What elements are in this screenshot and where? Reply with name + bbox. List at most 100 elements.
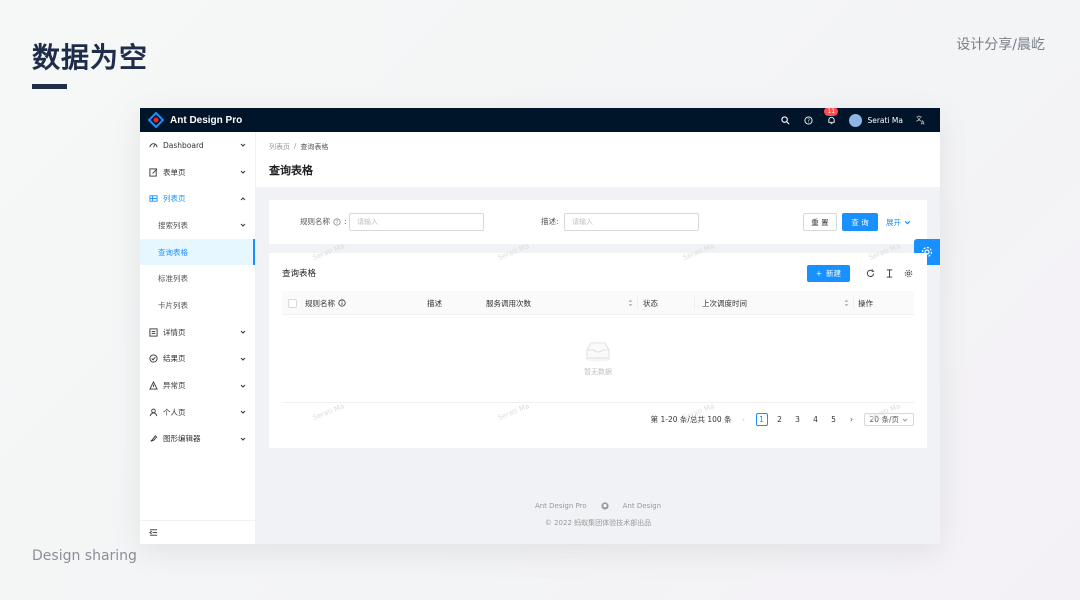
sidebar-item-label: 个人页 <box>163 407 186 417</box>
chevron-down-icon <box>240 410 246 414</box>
column-header: 描述 <box>427 298 442 308</box>
copyright-text: 2022 蚂蚁集团体验技术部出品 <box>554 519 652 527</box>
slide-footer: Design sharing <box>32 548 137 564</box>
sidebar-item-account[interactable]: 个人页 <box>140 399 255 426</box>
description-label: 描述: <box>541 217 559 226</box>
sidebar-item-label: 异常页 <box>163 381 186 391</box>
page-number[interactable]: 5 <box>828 413 840 426</box>
query-button[interactable]: 查 询 <box>842 213 878 231</box>
column-header-label: 规则名称 <box>305 298 335 308</box>
translation-icon[interactable]: 文A <box>916 115 926 125</box>
sidebar-item-exception[interactable]: 异常页 <box>140 372 255 399</box>
sidebar-item-editor[interactable]: 图形编辑器 <box>140 426 255 453</box>
page-number[interactable]: 4 <box>810 413 822 426</box>
sort-icon[interactable] <box>628 299 633 307</box>
github-icon[interactable] <box>601 502 609 510</box>
sidebar-item-label: 列表页 <box>163 194 186 204</box>
column-header[interactable]: 上次调度时间 <box>702 291 747 315</box>
sidebar-item-query-table[interactable]: 查询表格 <box>140 238 255 266</box>
table-icon <box>149 194 158 203</box>
sidebar-item-label: 卡片列表 <box>158 300 188 310</box>
breadcrumb: 列表页 / 查询表格 <box>269 142 927 152</box>
copyright: © 2022 蚂蚁集团体验技术部出品 <box>256 518 940 528</box>
setting-icon[interactable] <box>904 269 913 278</box>
profile-icon <box>149 328 158 337</box>
chevron-down-icon <box>240 170 246 174</box>
description-input[interactable]: 请输入 <box>564 213 699 231</box>
bell-icon[interactable]: 11 <box>824 108 839 125</box>
chevron-up-icon <box>240 197 246 201</box>
checkbox[interactable] <box>288 298 297 308</box>
warning-icon <box>149 381 158 390</box>
app-window: Ant Design Pro ? 11 Serati Ma 文A Dashboa… <box>140 108 940 544</box>
page-title: 查询表格 <box>269 164 313 177</box>
brand-logo[interactable]: Ant Design Pro <box>148 112 242 128</box>
ant-logo-icon <box>148 112 164 128</box>
reload-icon[interactable] <box>866 269 875 278</box>
sort-icon[interactable] <box>844 299 849 307</box>
menu-fold-icon <box>149 529 158 536</box>
rule-name-input[interactable]: 请输入 <box>349 213 484 231</box>
expand-toggle[interactable]: 展开 <box>886 217 911 228</box>
sidebar-item-label: Dashboard <box>163 140 204 150</box>
column-divider <box>637 297 638 309</box>
column-header: 规则名称 <box>305 291 346 315</box>
page-number[interactable]: 3 <box>792 413 804 426</box>
rule-name-label-text: 规则名称 <box>300 217 330 226</box>
sidebar-item-search-list[interactable]: 搜索列表 <box>140 212 255 239</box>
info-circle-icon <box>338 299 346 307</box>
description-label-text: 描述 <box>541 217 556 226</box>
sidebar-item-label: 结果页 <box>163 354 186 364</box>
reset-button[interactable]: 重 置 <box>803 213 837 231</box>
search-icon[interactable] <box>780 115 790 125</box>
chevron-down-icon <box>240 384 246 388</box>
column-header: 操作 <box>858 298 873 308</box>
prev-page-button[interactable]: ‹ <box>738 413 750 426</box>
collapse-menu-button[interactable] <box>140 520 255 544</box>
empty-inbox-icon <box>585 342 611 362</box>
sidebar-item-label: 查询表格 <box>158 247 188 257</box>
question-circle-icon: ? <box>333 217 341 225</box>
breadcrumb-item[interactable]: 列表页 <box>269 142 290 152</box>
column-height-icon[interactable] <box>885 269 894 278</box>
column-header[interactable]: 服务调用次数 <box>486 291 531 315</box>
table-title: 查询表格 <box>282 269 317 279</box>
brand-name: Ant Design Pro <box>170 114 243 126</box>
user-menu[interactable]: Serati Ma <box>849 113 903 127</box>
chevron-down-icon <box>240 437 246 441</box>
expand-label: 展开 <box>886 218 901 227</box>
chevron-down-icon <box>902 418 908 422</box>
sidebar-item-dashboard[interactable]: Dashboard <box>140 132 255 159</box>
sidebar-item-list[interactable]: 列表页 <box>140 185 255 212</box>
copyright-icon: © <box>544 519 552 527</box>
page-size-select[interactable]: 20 条/页 <box>863 413 914 426</box>
new-button[interactable]: + 新建 <box>806 265 850 282</box>
sidebar: Dashboard 表单页 列表页 搜索列表 查询表格 标准列表 卡片列表 详情… <box>140 132 256 544</box>
empty-text: 暂无数据 <box>584 368 612 376</box>
title-underline <box>32 84 67 89</box>
footer-link[interactable]: Ant Design <box>623 502 661 510</box>
chevron-down-icon <box>240 357 246 361</box>
notification-badge: 11 <box>824 108 839 116</box>
sidebar-item-label: 详情页 <box>163 327 186 337</box>
plus-icon: + <box>815 269 822 278</box>
avatar <box>849 113 863 127</box>
next-page-button[interactable]: › <box>846 413 858 426</box>
sidebar-item-label: 图形编辑器 <box>163 434 201 444</box>
search-form: 规则名称 ? : 请输入 描述: 请输入 重 置 查 询 展开 <box>269 200 927 244</box>
sidebar-item-standard-list[interactable]: 标准列表 <box>140 265 255 292</box>
sidebar-item-result[interactable]: 结果页 <box>140 346 255 373</box>
page-number[interactable]: 1 <box>755 413 768 426</box>
question-circle-icon[interactable]: ? <box>803 115 813 125</box>
page-number[interactable]: 2 <box>774 413 786 426</box>
sidebar-item-profile[interactable]: 详情页 <box>140 319 255 346</box>
table-card: 查询表格 + 新建 规则名称 描述 服务调用次数 状态 上次调度时间 操作 暂无… <box>269 253 927 448</box>
page-header: 列表页 / 查询表格 查询表格 <box>256 132 940 187</box>
sidebar-item-label: 表单页 <box>163 167 186 177</box>
pagination-summary: 第 1-20 条/总共 100 条 <box>650 415 732 424</box>
footer-link[interactable]: Ant Design Pro <box>535 502 587 510</box>
user-name: Serati Ma <box>867 115 903 125</box>
select-all-checkbox[interactable] <box>288 291 297 315</box>
sidebar-item-form[interactable]: 表单页 <box>140 159 255 186</box>
sidebar-item-card-list[interactable]: 卡片列表 <box>140 292 255 319</box>
